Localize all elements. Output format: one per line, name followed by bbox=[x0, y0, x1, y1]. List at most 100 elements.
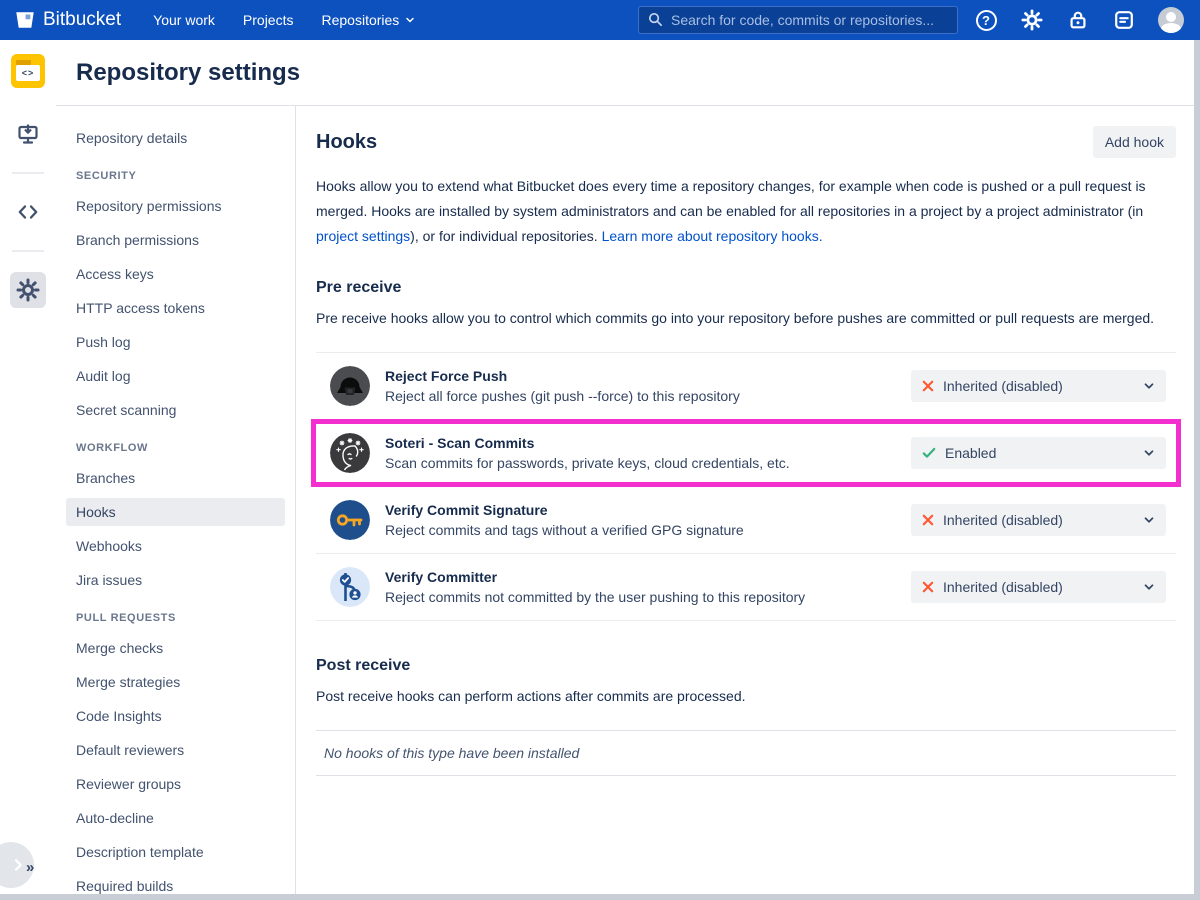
pre-receive-hook-list: Reject Force Push Reject all force pushe… bbox=[316, 352, 1176, 621]
cross-icon bbox=[921, 513, 935, 527]
content-column: Repository settings Repository details S… bbox=[56, 40, 1194, 894]
sidebar-section-pull-requests: PULL REQUESTS bbox=[66, 612, 285, 624]
hook-text: Verify Committer Reject commits not comm… bbox=[385, 569, 805, 605]
gear-icon bbox=[1021, 9, 1043, 31]
project-settings-link[interactable]: project settings bbox=[316, 228, 410, 244]
post-receive-section: Post receive Post receive hooks can perf… bbox=[316, 657, 1176, 776]
double-chevron-icon[interactable]: » bbox=[26, 859, 34, 876]
hook-status-label: Inherited (disabled) bbox=[943, 579, 1063, 595]
hook-status-dropdown[interactable]: Inherited (disabled) bbox=[911, 370, 1166, 402]
sidebar-item-required-builds[interactable]: Required builds bbox=[66, 872, 285, 894]
source-code-button[interactable] bbox=[10, 194, 46, 230]
bitbucket-bucket-icon bbox=[14, 9, 36, 31]
sidebar-item-merge-strategies[interactable]: Merge strategies bbox=[66, 668, 285, 696]
nav-projects[interactable]: Projects bbox=[243, 12, 294, 28]
sidebar-item-webhooks[interactable]: Webhooks bbox=[66, 532, 285, 560]
hooks-panel: Hooks Add hook Hooks allow you to extend… bbox=[296, 106, 1194, 894]
cross-icon bbox=[921, 580, 935, 594]
sidebar-item-push-log[interactable]: Push log bbox=[66, 328, 285, 356]
sidebar-item-repository-permissions[interactable]: Repository permissions bbox=[66, 192, 285, 220]
chevron-down-icon bbox=[404, 14, 416, 26]
icon-rail: <> » bbox=[0, 40, 56, 894]
search-icon bbox=[647, 11, 664, 33]
hook-row-verify-commit-signature: Verify Commit Signature Reject commits a… bbox=[316, 487, 1176, 553]
global-search bbox=[638, 6, 958, 34]
help-button[interactable]: ? bbox=[974, 8, 998, 32]
sidebar-item-branches[interactable]: Branches bbox=[66, 464, 285, 492]
hook-status-label: Inherited (disabled) bbox=[943, 512, 1063, 528]
hook-status-dropdown[interactable]: Enabled bbox=[911, 437, 1166, 469]
hook-text: Soteri - Scan Commits Scan commits for p… bbox=[385, 435, 790, 471]
verify-committer-avatar-icon bbox=[330, 567, 370, 607]
sidebar-item-default-reviewers[interactable]: Default reviewers bbox=[66, 736, 285, 764]
hook-description: Scan commits for passwords, private keys… bbox=[385, 455, 790, 471]
sidebar-item-audit-log[interactable]: Audit log bbox=[66, 362, 285, 390]
sidebar-item-auto-decline[interactable]: Auto-decline bbox=[66, 804, 285, 832]
sidebar-item-secret-scanning[interactable]: Secret scanning bbox=[66, 396, 285, 424]
user-avatar[interactable] bbox=[1158, 7, 1184, 33]
chevron-down-icon bbox=[1142, 513, 1156, 527]
learn-more-link[interactable]: Learn more about repository hooks. bbox=[602, 228, 823, 244]
sidebar-item-description-template[interactable]: Description template bbox=[66, 838, 285, 866]
clone-icon bbox=[16, 122, 40, 146]
nav-your-work[interactable]: Your work bbox=[153, 12, 215, 28]
permissions-button[interactable] bbox=[1066, 8, 1090, 32]
check-icon bbox=[921, 445, 937, 461]
settings-gear-icon bbox=[16, 278, 40, 302]
add-hook-button[interactable]: Add hook bbox=[1093, 126, 1176, 158]
sidebar-item-http-access-tokens[interactable]: HTTP access tokens bbox=[66, 294, 285, 322]
hook-row-soteri-scan-commits: Soteri - Scan Commits Scan commits for p… bbox=[311, 419, 1181, 487]
hook-status-dropdown[interactable]: Inherited (disabled) bbox=[911, 571, 1166, 603]
top-nav-icons: ? bbox=[974, 7, 1184, 33]
hook-status-dropdown[interactable]: Inherited (disabled) bbox=[911, 504, 1166, 536]
pre-receive-description: Pre receive hooks allow you to control w… bbox=[316, 307, 1176, 330]
admin-settings-button[interactable] bbox=[1020, 8, 1044, 32]
lock-icon bbox=[1067, 9, 1089, 31]
post-receive-description: Post receive hooks can perform actions a… bbox=[316, 685, 1176, 708]
sidebar-item-repository-details[interactable]: Repository details bbox=[66, 124, 285, 152]
hook-text: Verify Commit Signature Reject commits a… bbox=[385, 502, 744, 538]
sidebar-item-merge-checks[interactable]: Merge checks bbox=[66, 634, 285, 662]
clone-button[interactable] bbox=[10, 116, 46, 152]
hook-description: Reject all force pushes (git push --forc… bbox=[385, 388, 740, 404]
bitbucket-repository-settings-page: Bitbucket Your work Projects Repositorie… bbox=[0, 0, 1200, 900]
page-title: Repository settings bbox=[76, 59, 300, 87]
post-receive-empty-message: No hooks of this type have been installe… bbox=[316, 730, 1176, 776]
code-brackets-icon bbox=[16, 200, 40, 224]
hook-text: Reject Force Push Reject all force pushe… bbox=[385, 368, 740, 404]
app-area: <> » bbox=[0, 40, 1194, 894]
reject-force-push-avatar-icon bbox=[330, 366, 370, 406]
hook-row-reject-force-push: Reject Force Push Reject all force pushe… bbox=[316, 353, 1176, 419]
post-receive-title: Post receive bbox=[316, 657, 1176, 675]
sidebar-item-code-insights[interactable]: Code Insights bbox=[66, 702, 285, 730]
hook-name: Reject Force Push bbox=[385, 368, 740, 384]
rail-divider bbox=[12, 172, 44, 174]
page-header: Repository settings bbox=[56, 40, 1194, 106]
sidebar-item-branch-permissions[interactable]: Branch permissions bbox=[66, 226, 285, 254]
nav-repositories[interactable]: Repositories bbox=[321, 12, 416, 28]
repository-settings-button[interactable] bbox=[10, 272, 46, 308]
chevron-down-icon bbox=[1142, 580, 1156, 594]
sidebar-item-hooks[interactable]: Hooks bbox=[66, 498, 285, 526]
sidebar-section-security: SECURITY bbox=[66, 170, 285, 182]
bitbucket-logo[interactable]: Bitbucket bbox=[14, 9, 121, 31]
gpg-key-avatar-icon bbox=[330, 500, 370, 540]
hook-description: Reject commits and tags without a verifi… bbox=[385, 522, 744, 538]
sidebar-item-jira-issues[interactable]: Jira issues bbox=[66, 566, 285, 594]
settings-sidebar: Repository details SECURITY Repository p… bbox=[56, 106, 296, 894]
intro-text: Hooks allow you to extend what Bitbucket… bbox=[316, 178, 1146, 219]
brand-name: Bitbucket bbox=[43, 9, 121, 31]
chevron-down-icon bbox=[1142, 446, 1156, 460]
repository-avatar-icon[interactable]: <> bbox=[11, 54, 45, 88]
sidebar-item-reviewer-groups[interactable]: Reviewer groups bbox=[66, 770, 285, 798]
sidebar-item-access-keys[interactable]: Access keys bbox=[66, 260, 285, 288]
feedback-button[interactable] bbox=[1112, 8, 1136, 32]
hook-status-label: Enabled bbox=[945, 445, 996, 461]
search-input[interactable] bbox=[638, 6, 958, 34]
hook-row-verify-committer: Verify Committer Reject commits not comm… bbox=[316, 553, 1176, 620]
soteri-avatar-icon bbox=[330, 433, 370, 473]
hook-name: Verify Commit Signature bbox=[385, 502, 744, 518]
help-icon: ? bbox=[976, 10, 997, 31]
top-nav-links: Your work Projects Repositories bbox=[153, 12, 416, 28]
feedback-icon bbox=[1113, 9, 1135, 31]
